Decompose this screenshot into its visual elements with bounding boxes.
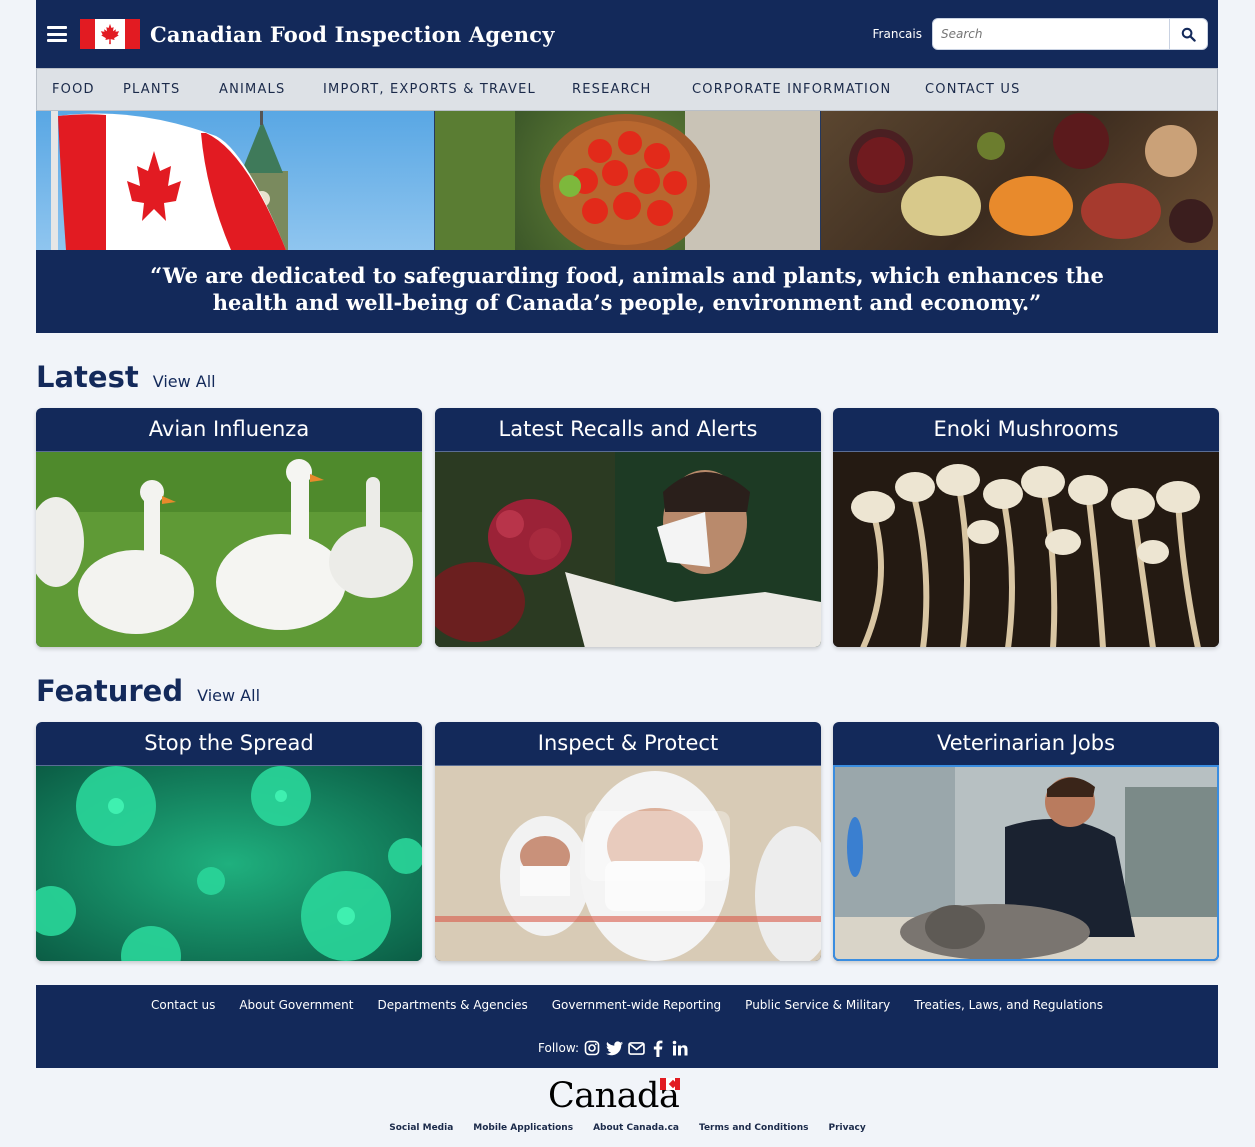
latest-view-all-link[interactable]: View All bbox=[153, 372, 216, 391]
quote-line-1: “We are dedicated to safeguarding food, … bbox=[150, 263, 1104, 288]
sub-link-terms-conditions[interactable]: Terms and Conditions bbox=[699, 1123, 808, 1133]
sub-link-mobile-applications[interactable]: Mobile Applications bbox=[473, 1123, 573, 1133]
featured-heading: Featured bbox=[36, 674, 184, 708]
twitter-icon[interactable] bbox=[605, 1039, 623, 1057]
sub-link-about-canada[interactable]: About Canada.ca bbox=[593, 1123, 679, 1133]
card-title: Latest Recalls and Alerts bbox=[498, 417, 758, 441]
card-title: Stop the Spread bbox=[144, 731, 314, 755]
agency-name[interactable]: Canadian Food Inspection Agency bbox=[150, 22, 555, 47]
card-image-geese bbox=[36, 451, 422, 647]
latest-section-header: Latest View All bbox=[36, 360, 216, 394]
footer-link-contact-us[interactable]: Contact us bbox=[151, 998, 215, 1012]
search-box bbox=[932, 18, 1208, 50]
card-enoki-mushrooms[interactable]: Enoki Mushrooms bbox=[833, 408, 1219, 647]
canada-flag-logo[interactable] bbox=[80, 19, 140, 49]
footer-link-government-wide-reporting[interactable]: Government-wide Reporting bbox=[552, 998, 721, 1012]
card-title: Avian Influenza bbox=[148, 417, 310, 441]
latest-heading: Latest bbox=[36, 360, 139, 394]
card-image-veterinarian bbox=[833, 765, 1219, 961]
footer-link-departments-agencies[interactable]: Departments & Agencies bbox=[377, 998, 527, 1012]
card-image-virus bbox=[36, 765, 422, 961]
hero-image-flag-parliament bbox=[36, 111, 434, 250]
sub-link-social-media[interactable]: Social Media bbox=[389, 1123, 453, 1133]
nav-item-food[interactable]: FOOD bbox=[52, 82, 95, 97]
card-image-enoki bbox=[833, 451, 1219, 647]
nav-item-contact-us[interactable]: CONTACT US bbox=[925, 82, 1021, 97]
footer-bar: Contact us About Government Departments … bbox=[36, 985, 1218, 1068]
card-title: Veterinarian Jobs bbox=[936, 731, 1116, 755]
sub-link-privacy[interactable]: Privacy bbox=[828, 1123, 865, 1133]
language-toggle-link[interactable]: Francais bbox=[873, 27, 922, 41]
search-icon bbox=[1181, 27, 1196, 42]
hero-image-food-table bbox=[820, 111, 1218, 250]
card-latest-recalls-alerts[interactable]: Latest Recalls and Alerts bbox=[435, 408, 821, 647]
hero-banner bbox=[36, 111, 1218, 250]
hero-image-tomatoes bbox=[434, 111, 820, 250]
nav-item-research[interactable]: RESEARCH bbox=[572, 82, 651, 97]
canada-wordmark[interactable]: Canada bbox=[548, 1076, 681, 1116]
footer-link-public-service-military[interactable]: Public Service & Military bbox=[745, 998, 890, 1012]
follow-row: Follow: bbox=[538, 1039, 689, 1057]
linkedin-icon[interactable] bbox=[671, 1039, 689, 1057]
nav-item-corporate-information[interactable]: CORPORATE INFORMATION bbox=[692, 82, 891, 97]
featured-view-all-link[interactable]: View All bbox=[197, 686, 260, 705]
email-icon[interactable] bbox=[627, 1039, 645, 1057]
footer-links: Contact us About Government Departments … bbox=[36, 998, 1218, 1012]
nav-item-plants[interactable]: PLANTS bbox=[123, 82, 180, 97]
card-image-protective-suits bbox=[435, 765, 821, 961]
follow-label: Follow: bbox=[538, 1041, 580, 1055]
card-inspect-protect[interactable]: Inspect & Protect bbox=[435, 722, 821, 961]
main-nav: FOOD PLANTS ANIMALS IMPORT, EXPORTS & TR… bbox=[36, 68, 1218, 111]
top-header: Canadian Food Inspection Agency Francais bbox=[36, 0, 1218, 68]
search-input[interactable] bbox=[933, 19, 1169, 49]
mission-quote: “We are dedicated to safeguarding food, … bbox=[36, 250, 1218, 333]
featured-section-header: Featured View All bbox=[36, 674, 260, 708]
instagram-icon[interactable] bbox=[583, 1039, 601, 1057]
footer-link-about-government[interactable]: About Government bbox=[239, 998, 353, 1012]
search-button[interactable] bbox=[1169, 19, 1207, 49]
nav-item-animals[interactable]: ANIMALS bbox=[219, 82, 285, 97]
card-stop-the-spread[interactable]: Stop the Spread bbox=[36, 722, 422, 961]
facebook-icon[interactable] bbox=[649, 1039, 667, 1057]
card-avian-influenza[interactable]: Avian Influenza bbox=[36, 408, 422, 647]
nav-item-import-exports-travel[interactable]: IMPORT, EXPORTS & TRAVEL bbox=[323, 82, 536, 97]
wordmark-flag-icon bbox=[660, 1078, 681, 1090]
sub-footer-links: Social Media Mobile Applications About C… bbox=[0, 1123, 1255, 1133]
card-image-inspector-onions bbox=[435, 451, 821, 647]
card-veterinarian-jobs[interactable]: Veterinarian Jobs bbox=[833, 722, 1219, 961]
card-title: Inspect & Protect bbox=[537, 731, 719, 755]
hamburger-menu-icon[interactable] bbox=[47, 26, 67, 42]
quote-line-2: health and well-being of Canada’s people… bbox=[212, 290, 1042, 315]
card-title: Enoki Mushrooms bbox=[933, 417, 1119, 441]
footer-link-treaties-laws-regulations[interactable]: Treaties, Laws, and Regulations bbox=[914, 998, 1103, 1012]
